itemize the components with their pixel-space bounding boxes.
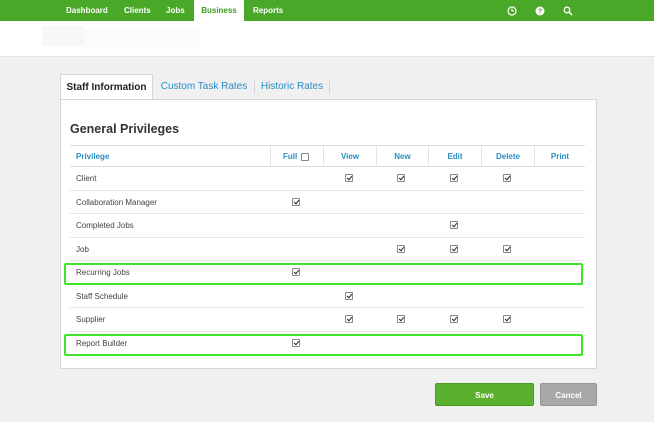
nav-clients[interactable]: Clients [124,0,151,21]
delete-checkbox[interactable] [503,174,511,182]
privilege-label: Report Builder [76,338,128,348]
view-checkbox[interactable] [345,315,353,323]
full-checkbox[interactable] [292,197,300,206]
col-privilege: Privilege [76,152,110,161]
privilege-label: Job [76,244,89,254]
edit-checkbox[interactable] [450,174,458,182]
tab-historic-rates[interactable]: Historic Rates [256,74,328,99]
header-placeholder [42,26,84,46]
help-icon[interactable]: ? [532,0,548,21]
view-checkbox[interactable] [345,291,353,300]
table-row: Completed Jobs [70,214,585,238]
col-delete: Delete [481,146,534,167]
new-checkbox[interactable] [397,244,405,253]
clock-icon[interactable] [504,0,520,21]
new-checkbox[interactable] [397,315,405,323]
cancel-button[interactable]: Cancel [540,383,597,406]
edit-checkbox[interactable] [450,244,458,253]
full-checkbox[interactable] [292,268,300,276]
privilege-label: Recurring Jobs [76,268,130,277]
new-checkbox[interactable] [397,174,405,182]
full-select-all-checkbox[interactable] [301,153,309,161]
col-full: Full [270,146,323,167]
nav-dashboard[interactable]: Dashboard [66,0,108,21]
col-full-label: Full [283,152,298,161]
privilege-label: Staff Schedule [76,291,128,301]
nav-jobs[interactable]: Jobs [166,0,185,21]
svg-text:?: ? [538,8,542,15]
delete-checkbox[interactable] [503,244,511,253]
top-nav-bar: Dashboard Clients Jobs Business Reports … [0,0,654,21]
edit-checkbox[interactable] [450,315,458,323]
nav-business[interactable]: Business [194,0,244,21]
delete-checkbox[interactable] [503,315,511,323]
table-row: Collaboration Manager [70,191,585,214]
table-row: Client [70,167,585,191]
privilege-label: Supplier [76,315,106,324]
table-row: Job [70,238,585,261]
table-row: Recurring Jobs [70,261,585,285]
table-header: Privilege Full View New Edit Delete Prin… [70,145,585,167]
tab-divider [254,80,255,94]
section-title: General Privileges [70,122,180,136]
edit-checkbox[interactable] [450,221,458,229]
tab-staff-information[interactable]: Staff Information [60,74,153,99]
table-row: Report Builder [70,332,585,355]
tab-custom-task-rates[interactable]: Custom Task Rates [155,74,253,99]
sub-header [0,21,654,57]
col-edit: Edit [428,146,481,167]
table-row: Staff Schedule [70,285,585,308]
header-placeholder [84,29,200,49]
col-print: Print [534,146,585,167]
tab-divider [329,80,330,94]
table-row: Supplier [70,308,585,332]
full-checkbox[interactable] [292,338,300,347]
col-new: New [376,146,428,167]
privilege-label: Client [76,174,97,183]
search-icon[interactable] [560,0,576,21]
save-button[interactable]: Save [435,383,534,406]
view-checkbox[interactable] [345,174,353,182]
privilege-label: Completed Jobs [76,221,134,230]
col-view: View [323,146,376,167]
privilege-label: Collaboration Manager [76,197,157,207]
nav-reports[interactable]: Reports [253,0,283,21]
